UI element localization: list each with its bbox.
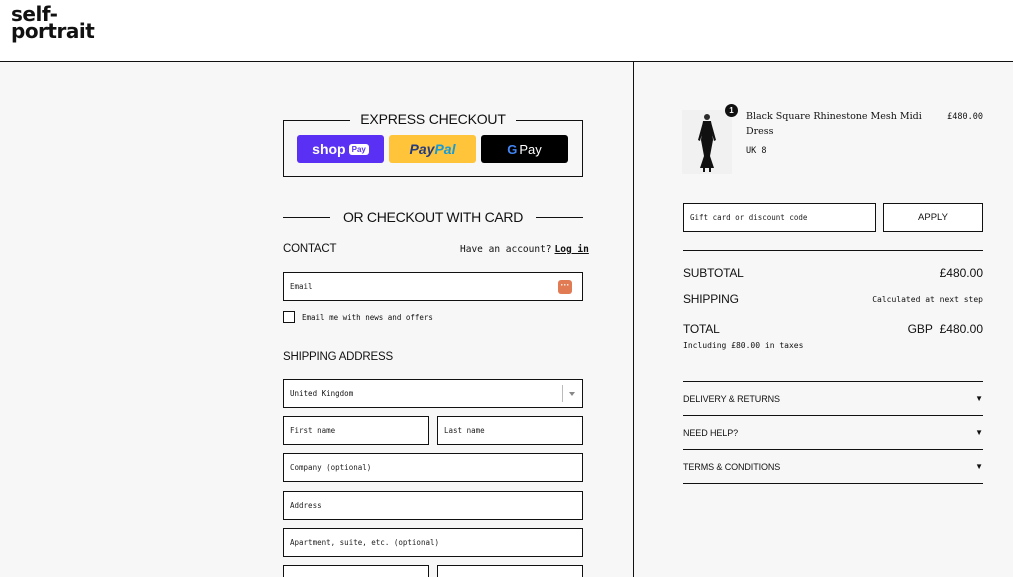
last-name-field[interactable]	[437, 416, 583, 445]
total-label: TOTAL	[683, 322, 720, 336]
company-field[interactable]	[283, 453, 583, 482]
apply-button[interactable]: APPLY	[883, 203, 983, 232]
divider-line	[536, 216, 583, 218]
subtotal-value: £480.00	[939, 266, 983, 280]
country-select[interactable]: United Kingdom	[283, 379, 583, 408]
header: self- portrait	[0, 0, 1013, 62]
product-name: Black Square Rhinestone Mesh Midi Dress	[746, 111, 922, 137]
product-image	[682, 110, 732, 174]
shop-pay-button[interactable]: shop Pay	[297, 135, 384, 163]
paypal-pal: Pal	[434, 141, 456, 157]
total-value: GBP £480.00	[908, 322, 983, 336]
summary-divider	[683, 250, 983, 251]
newsletter-checkbox[interactable]	[283, 311, 295, 323]
shipping-note: Calculated at next step	[872, 295, 983, 304]
newsletter-label: Email me with news and offers	[302, 312, 433, 322]
subtotal-label: SUBTOTAL	[683, 266, 744, 280]
express-title-wrap: EXPRESS CHECKOUT	[284, 111, 582, 129]
accordion-need-help[interactable]: NEED HELP? ▼	[683, 416, 983, 450]
express-checkout: EXPRESS CHECKOUT shop Pay PayPal G Pay	[283, 111, 583, 177]
brand-line-2: portrait	[11, 19, 95, 43]
first-name-input[interactable]	[290, 417, 422, 444]
shipping-label: SHIPPING	[683, 292, 739, 306]
country-value: United Kingdom	[290, 389, 354, 398]
shop-label: shop	[312, 141, 346, 157]
caret-down-icon: ▼	[975, 428, 983, 437]
paypal-button[interactable]: PayPal	[389, 135, 476, 163]
accordion-terms[interactable]: TERMS & CONDITIONS ▼	[683, 450, 983, 484]
caret-down-icon: ▼	[975, 462, 983, 471]
checkout-form: EXPRESS CHECKOUT shop Pay PayPal G Pay O…	[0, 62, 633, 577]
product-price: £480.00	[947, 112, 983, 122]
have-account-text: Have an account?	[460, 244, 552, 255]
chevron-down-icon	[562, 385, 582, 402]
email-input[interactable]	[290, 273, 576, 300]
dress-figure-icon	[682, 110, 732, 174]
first-name-field[interactable]	[283, 416, 429, 445]
postcode-field-partial[interactable]	[437, 565, 583, 577]
discount-input[interactable]	[690, 204, 870, 231]
shop-pay-pill: Pay	[348, 143, 369, 155]
or-checkout-text: OR CHECKOUT WITH CARD	[342, 209, 524, 225]
total-currency: GBP	[907, 322, 933, 336]
company-input[interactable]	[290, 454, 576, 481]
product-size: UK 8	[746, 146, 767, 156]
caret-down-icon: ▼	[975, 394, 983, 403]
tax-note: Including £80.00 in taxes	[683, 341, 804, 350]
google-g-icon: G	[507, 141, 518, 157]
login-link[interactable]: Log in	[555, 244, 589, 255]
autofill-icon[interactable]: ···	[558, 280, 572, 294]
newsletter-row[interactable]: Email me with news and offers	[283, 310, 433, 324]
google-pay-button[interactable]: G Pay	[481, 135, 568, 163]
paypal-pay: Pay	[409, 141, 435, 157]
address-field[interactable]	[283, 491, 583, 520]
account-prompt: Have an account? Log in	[460, 244, 589, 255]
total-amount: £480.00	[939, 322, 983, 336]
or-checkout-divider: OR CHECKOUT WITH CARD	[283, 208, 583, 226]
email-field[interactable]: ···	[283, 272, 583, 301]
last-name-input[interactable]	[444, 417, 576, 444]
divider-line	[283, 216, 330, 218]
accordion-label: NEED HELP?	[683, 427, 739, 438]
paypal-logo-icon: PayPal	[410, 141, 456, 157]
city-field-partial[interactable]	[283, 565, 429, 577]
brand-logo[interactable]: self- portrait	[11, 4, 95, 43]
accordion-label: TERMS & CONDITIONS	[683, 461, 781, 472]
express-title: EXPRESS CHECKOUT	[350, 111, 516, 127]
accordion-delivery-returns[interactable]: DELIVERY & RETURNS ▼	[683, 382, 983, 416]
gpay-label: Pay	[519, 141, 542, 157]
apartment-field[interactable]	[283, 528, 583, 557]
quantity-badge: 1	[725, 104, 738, 117]
address-input[interactable]	[290, 492, 576, 519]
accordion-label: DELIVERY & RETURNS	[683, 393, 780, 404]
discount-field[interactable]	[683, 203, 876, 232]
order-summary: 1 Black Square Rhinestone Mesh Midi Dres…	[634, 62, 1013, 577]
contact-heading: CONTACT	[283, 243, 337, 255]
shipping-heading: SHIPPING ADDRESS	[283, 351, 393, 363]
apartment-input[interactable]	[290, 529, 576, 556]
